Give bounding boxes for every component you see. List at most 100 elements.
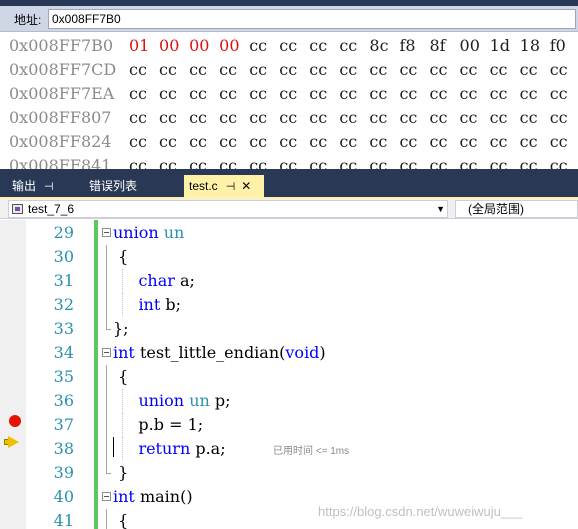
- tab-output[interactable]: 输出 ⊣: [12, 175, 54, 197]
- memory-byte[interactable]: cc: [520, 58, 538, 82]
- memory-byte[interactable]: cc: [399, 154, 417, 169]
- memory-byte[interactable]: cc: [189, 82, 207, 106]
- project-scope-dropdown[interactable]: test_7_6 ▼: [8, 200, 448, 218]
- memory-byte[interactable]: 00: [460, 34, 480, 58]
- memory-byte[interactable]: cc: [279, 130, 297, 154]
- code-line[interactable]: 36 union un p;: [0, 389, 578, 413]
- code-line[interactable]: 29 union un: [0, 221, 578, 245]
- memory-byte[interactable]: cc: [550, 154, 568, 169]
- memory-byte[interactable]: cc: [279, 34, 297, 58]
- memory-byte[interactable]: cc: [279, 154, 297, 169]
- memory-byte[interactable]: cc: [430, 82, 448, 106]
- memory-byte[interactable]: cc: [129, 130, 147, 154]
- memory-byte[interactable]: 8f: [430, 34, 446, 58]
- memory-byte[interactable]: cc: [520, 154, 538, 169]
- memory-byte[interactable]: cc: [399, 130, 417, 154]
- memory-byte[interactable]: cc: [219, 154, 237, 169]
- tab-error-list[interactable]: 错误列表: [89, 175, 137, 197]
- memory-byte[interactable]: cc: [159, 130, 177, 154]
- memory-byte[interactable]: 00: [189, 34, 209, 58]
- memory-byte[interactable]: 18: [520, 34, 540, 58]
- code-line[interactable]: 37 p.b = 1;: [0, 413, 578, 437]
- memory-byte[interactable]: cc: [490, 58, 508, 82]
- instruction-pointer-icon[interactable]: [8, 436, 19, 448]
- memory-byte[interactable]: cc: [550, 130, 568, 154]
- memory-byte[interactable]: cc: [460, 58, 478, 82]
- memory-byte[interactable]: cc: [399, 106, 417, 130]
- collapse-icon[interactable]: [102, 348, 111, 357]
- memory-byte[interactable]: f0: [550, 34, 566, 58]
- memory-byte[interactable]: cc: [219, 82, 237, 106]
- code-line[interactable]: 33};: [0, 317, 578, 341]
- memory-byte[interactable]: cc: [309, 58, 327, 82]
- code-editor[interactable]: 29 union un 30 {31 char a; 32 int b; 33}; 34 i…: [0, 220, 578, 529]
- memory-byte[interactable]: cc: [279, 58, 297, 82]
- memory-byte[interactable]: cc: [249, 106, 267, 130]
- memory-byte[interactable]: cc: [129, 82, 147, 106]
- memory-byte[interactable]: cc: [460, 82, 478, 106]
- address-input[interactable]: [48, 9, 576, 29]
- memory-byte[interactable]: cc: [550, 106, 568, 130]
- close-icon[interactable]: ✕: [241, 175, 251, 197]
- memory-byte[interactable]: cc: [249, 82, 267, 106]
- memory-byte[interactable]: 01: [129, 34, 149, 58]
- memory-byte[interactable]: cc: [550, 82, 568, 106]
- memory-byte[interactable]: cc: [129, 58, 147, 82]
- memory-byte[interactable]: cc: [430, 130, 448, 154]
- memory-byte[interactable]: cc: [339, 154, 357, 169]
- code-line[interactable]: 39 }: [0, 461, 578, 485]
- memory-byte[interactable]: cc: [309, 34, 327, 58]
- tab-test-c[interactable]: test.c ⊣ ✕: [184, 175, 264, 197]
- collapse-icon[interactable]: [102, 492, 111, 501]
- memory-byte[interactable]: 00: [159, 34, 179, 58]
- memory-byte[interactable]: cc: [189, 58, 207, 82]
- memory-byte[interactable]: cc: [129, 106, 147, 130]
- memory-byte[interactable]: cc: [309, 82, 327, 106]
- memory-byte[interactable]: cc: [369, 130, 387, 154]
- memory-byte[interactable]: cc: [490, 106, 508, 130]
- memory-byte[interactable]: cc: [460, 106, 478, 130]
- memory-byte[interactable]: cc: [460, 130, 478, 154]
- memory-byte[interactable]: cc: [550, 58, 568, 82]
- code-line[interactable]: 35 {: [0, 365, 578, 389]
- memory-byte[interactable]: cc: [159, 154, 177, 169]
- memory-byte[interactable]: cc: [309, 154, 327, 169]
- memory-byte[interactable]: cc: [369, 58, 387, 82]
- memory-byte[interactable]: 1d: [490, 34, 510, 58]
- memory-byte[interactable]: cc: [369, 106, 387, 130]
- memory-byte[interactable]: cc: [219, 58, 237, 82]
- memory-byte[interactable]: 8c: [369, 34, 388, 58]
- memory-byte[interactable]: cc: [309, 130, 327, 154]
- memory-byte[interactable]: cc: [279, 82, 297, 106]
- memory-byte[interactable]: cc: [399, 82, 417, 106]
- memory-byte[interactable]: cc: [249, 34, 267, 58]
- collapse-icon[interactable]: [102, 228, 111, 237]
- memory-byte[interactable]: cc: [369, 82, 387, 106]
- memory-byte[interactable]: cc: [430, 58, 448, 82]
- memory-byte[interactable]: cc: [490, 154, 508, 169]
- code-line[interactable]: 32 int b;: [0, 293, 578, 317]
- memory-byte[interactable]: cc: [339, 58, 357, 82]
- code-line[interactable]: 30 {: [0, 245, 578, 269]
- memory-byte[interactable]: cc: [490, 130, 508, 154]
- chevron-down-icon[interactable]: ▼: [436, 201, 445, 217]
- memory-byte[interactable]: cc: [520, 106, 538, 130]
- memory-byte[interactable]: cc: [309, 106, 327, 130]
- breakpoint-icon[interactable]: [9, 415, 21, 427]
- memory-byte[interactable]: cc: [279, 106, 297, 130]
- code-line[interactable]: 34 int test_little_endian(void): [0, 341, 578, 365]
- pin-icon[interactable]: ⊣: [226, 181, 236, 193]
- memory-byte[interactable]: cc: [219, 130, 237, 154]
- memory-byte[interactable]: 00: [219, 34, 239, 58]
- memory-byte[interactable]: cc: [249, 58, 267, 82]
- memory-dump[interactable]: 0x008FF7B0 01 00 00 00 cc cc cc cc 8c f8 8f 00 1d 18 f0…: [0, 33, 578, 169]
- memory-byte[interactable]: cc: [339, 130, 357, 154]
- memory-byte[interactable]: cc: [249, 130, 267, 154]
- pin-icon[interactable]: ⊣: [44, 181, 54, 193]
- memory-byte[interactable]: cc: [520, 82, 538, 106]
- memory-byte[interactable]: cc: [219, 106, 237, 130]
- memory-byte[interactable]: f8: [399, 34, 415, 58]
- memory-byte[interactable]: cc: [249, 154, 267, 169]
- memory-byte[interactable]: cc: [189, 130, 207, 154]
- memory-byte[interactable]: cc: [159, 82, 177, 106]
